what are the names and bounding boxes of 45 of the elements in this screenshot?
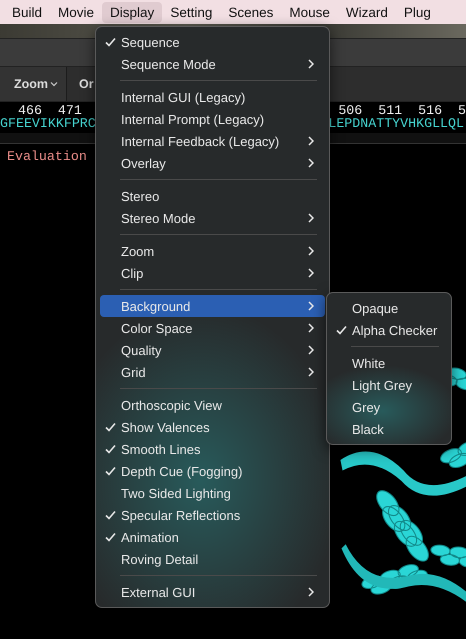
menu-item[interactable]: Grid <box>100 361 325 383</box>
sequence-text[interactable]: LEPDNATTYVHKGLLQL <box>328 117 466 130</box>
zoom-button[interactable]: Zoom <box>0 67 68 101</box>
menu-item[interactable]: Color Space <box>100 317 325 339</box>
caret-icon <box>50 81 58 87</box>
menu-item[interactable]: Depth Cue (Fogging) <box>100 460 325 482</box>
menu-item[interactable]: Smooth Lines <box>100 438 325 460</box>
menu-item[interactable]: Quality <box>100 339 325 361</box>
menu-bar-item[interactable]: Display <box>102 2 162 22</box>
menu-item[interactable]: Zoom <box>100 240 325 262</box>
menu-bar-item[interactable]: Mouse <box>281 2 338 22</box>
menu-item[interactable]: White <box>331 352 447 374</box>
menu-item[interactable]: Stereo <box>100 185 325 207</box>
menu-bar-item[interactable]: Setting <box>162 2 220 22</box>
toolbar-label: Or <box>79 77 94 91</box>
menu-item[interactable]: Clip <box>100 262 325 284</box>
residue-numbers: 506 511 516 5 <box>338 104 466 117</box>
menu-item[interactable]: Two Sided Lighting <box>100 482 325 504</box>
menu-item[interactable]: Sequence <box>100 31 325 53</box>
menu-item[interactable]: Internal Prompt (Legacy) <box>100 108 325 130</box>
output-text: Evaluation <box>7 149 87 164</box>
menu-item[interactable]: Internal Feedback (Legacy) <box>100 130 325 152</box>
sequence-text[interactable]: GFEEVIKKFPRC <box>0 117 96 130</box>
menu-bar-item[interactable]: Wizard <box>338 2 396 22</box>
menu-item[interactable]: Show Valences <box>100 416 325 438</box>
menu-item[interactable]: Animation <box>100 526 325 548</box>
menu-item[interactable]: Overlay <box>100 152 325 174</box>
menu-item[interactable]: Black <box>331 418 447 440</box>
menu-item[interactable]: Background <box>100 295 325 317</box>
residue-numbers: 466 471 <box>17 104 82 117</box>
menu-bar-item[interactable]: Build <box>4 2 50 22</box>
menu-bar-item[interactable]: Plug <box>396 2 439 22</box>
menu-item[interactable]: Grey <box>331 396 447 418</box>
menu-item[interactable]: Alpha Checker <box>331 319 447 341</box>
menu-item[interactable]: Stereo Mode <box>100 207 325 229</box>
menu-bar-item[interactable]: Scenes <box>220 2 282 22</box>
menu-item[interactable]: Specular Reflections <box>100 504 325 526</box>
menu-item[interactable]: Sequence Mode <box>100 53 325 75</box>
menu-item[interactable]: Internal GUI (Legacy) <box>100 86 325 108</box>
menu-item[interactable]: Opaque <box>331 297 447 319</box>
menu-item[interactable]: External GUI <box>100 581 325 603</box>
menu-item[interactable]: Roving Detail <box>100 548 325 570</box>
menu-item[interactable]: Light Grey <box>331 374 447 396</box>
menu-item[interactable]: Orthoscopic View <box>100 394 325 416</box>
menu-bar-item[interactable]: Movie <box>50 2 102 22</box>
